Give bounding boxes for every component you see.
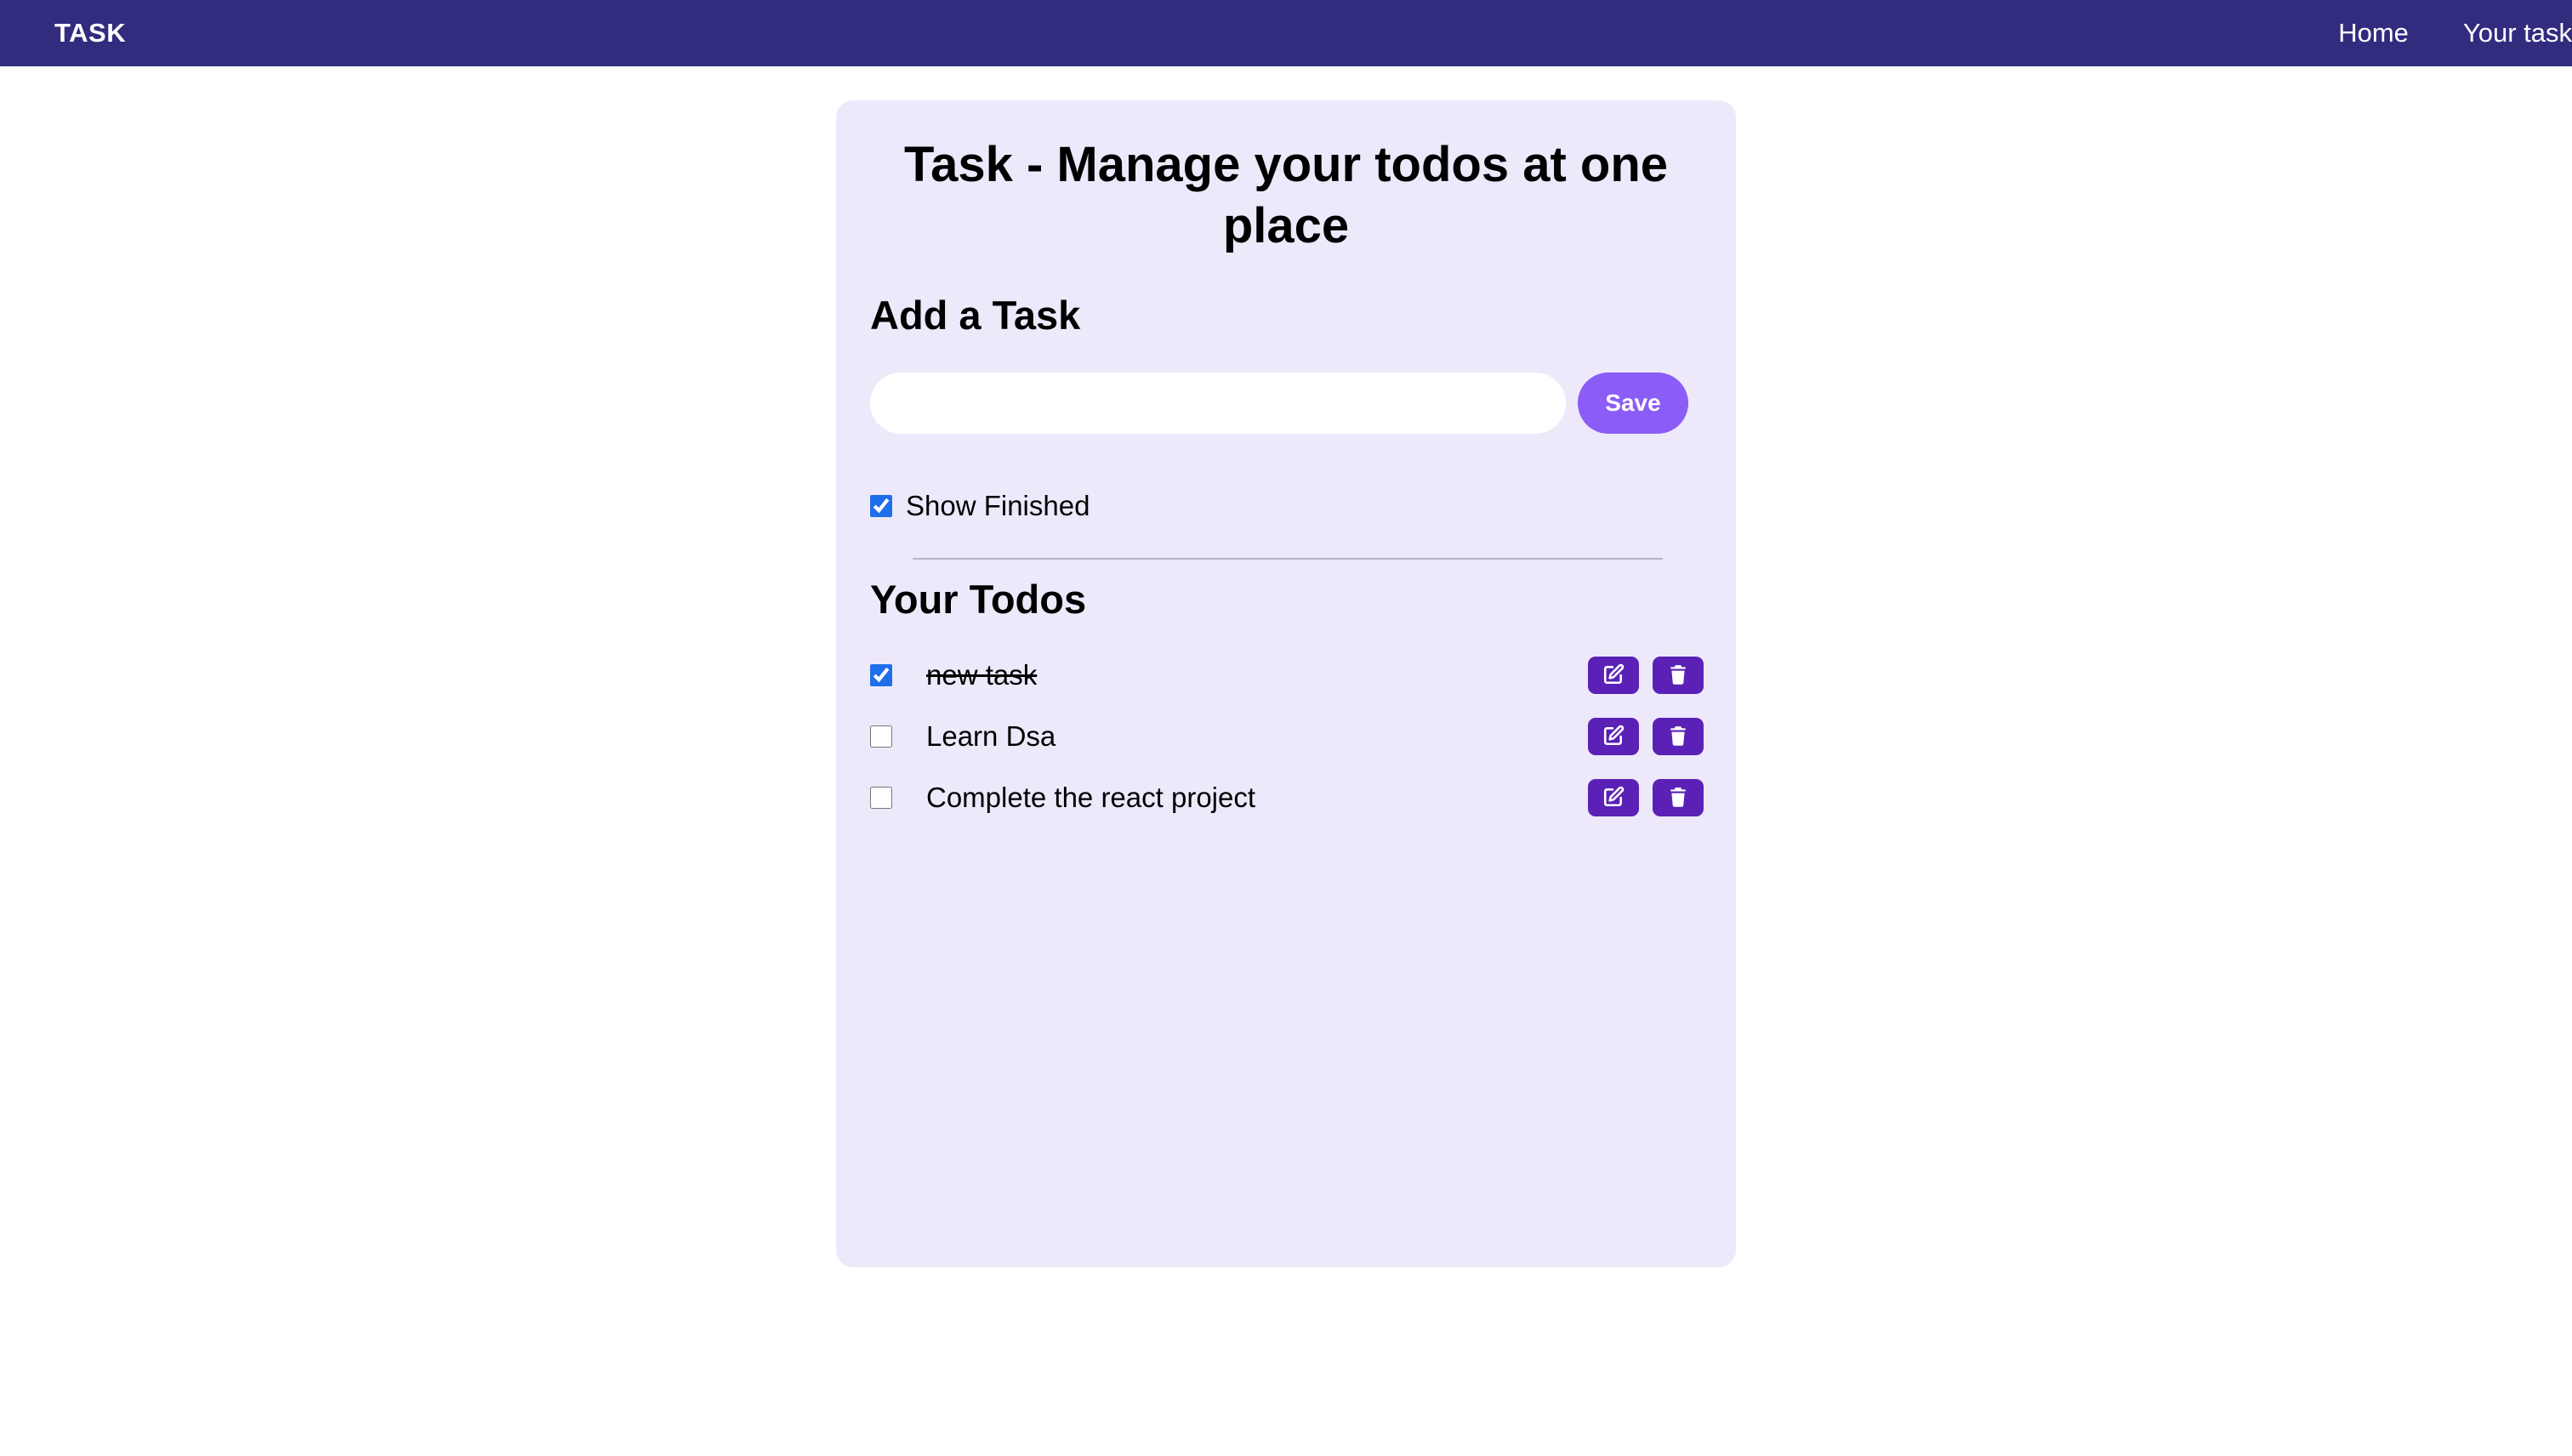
show-finished-label[interactable]: Show Finished <box>906 490 1090 522</box>
todo-checkbox[interactable] <box>870 725 892 748</box>
brand-logo[interactable]: TASK <box>54 18 126 48</box>
todo-item: Learn Dsa <box>870 706 1704 767</box>
trash-icon <box>1667 663 1689 688</box>
delete-button[interactable] <box>1653 718 1704 755</box>
nav-link-your-task[interactable]: Your task <box>2463 18 2572 48</box>
show-finished-toggle: Show Finished <box>870 490 1090 522</box>
nav-links: Home Your task <box>2284 18 2572 48</box>
edit-icon <box>1602 786 1625 810</box>
trash-icon <box>1667 786 1689 810</box>
todo-text: new task <box>926 659 1038 691</box>
todo-checkbox[interactable] <box>870 787 892 809</box>
todo-card: Task - Manage your todos at one place Ad… <box>836 100 1736 1267</box>
todo-actions <box>1574 657 1704 694</box>
trash-icon <box>1667 725 1689 749</box>
delete-button[interactable] <box>1653 779 1704 816</box>
nav-link-home[interactable]: Home <box>2338 18 2409 48</box>
edit-button[interactable] <box>1588 779 1639 816</box>
divider <box>913 558 1663 560</box>
page-title: Task - Manage your todos at one place <box>903 137 1669 253</box>
todo-actions <box>1574 779 1704 816</box>
edit-button[interactable] <box>1588 657 1639 694</box>
save-button[interactable]: Save <box>1578 373 1688 434</box>
todo-list: new task Learn Dsa Complete the react pr… <box>870 645 1704 828</box>
todos-heading: Your Todos <box>870 577 1087 622</box>
navbar: TASK Home Your task <box>0 0 2572 66</box>
todo-text: Learn Dsa <box>926 720 1056 752</box>
add-task-heading: Add a Task <box>870 293 1081 338</box>
todo-text: Complete the react project <box>926 782 1256 813</box>
edit-button[interactable] <box>1588 718 1639 755</box>
edit-icon <box>1602 663 1625 688</box>
show-finished-checkbox[interactable] <box>870 495 892 517</box>
todo-checkbox[interactable] <box>870 664 892 686</box>
task-input[interactable] <box>870 373 1566 434</box>
todo-actions <box>1574 718 1704 755</box>
delete-button[interactable] <box>1653 657 1704 694</box>
todo-item: new task <box>870 645 1704 706</box>
edit-icon <box>1602 725 1625 749</box>
todo-item: Complete the react project <box>870 767 1704 828</box>
